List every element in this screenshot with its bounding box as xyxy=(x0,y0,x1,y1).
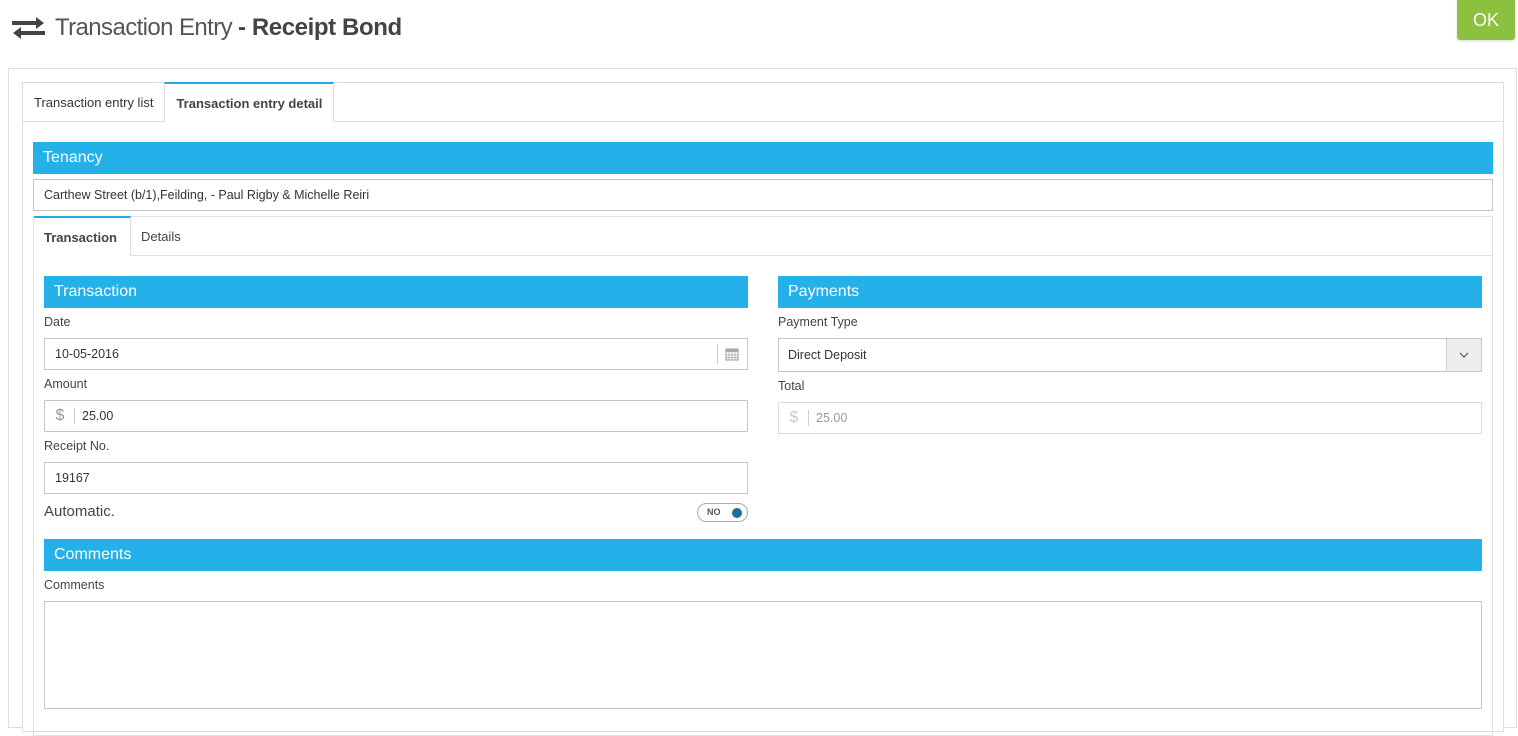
payment-type-label: Payment Type xyxy=(778,315,858,329)
dollar-icon: $ xyxy=(45,401,75,431)
transaction-section-header: Transaction xyxy=(44,276,748,308)
main-tabs: Transaction entry list Transaction entry… xyxy=(23,82,1503,122)
tenancy-section-header: Tenancy xyxy=(33,142,1493,174)
receipt-input[interactable] xyxy=(45,463,747,493)
exchange-icon xyxy=(12,16,45,40)
date-label: Date xyxy=(44,315,71,329)
toggle-knob xyxy=(732,508,742,518)
total-input xyxy=(809,403,1481,433)
chevron-down-icon[interactable] xyxy=(1446,339,1481,371)
date-input[interactable] xyxy=(45,339,747,369)
payment-type-select[interactable]: Direct Deposit xyxy=(778,338,1482,372)
comments-section-header: Comments xyxy=(44,539,1482,571)
automatic-toggle[interactable]: NO xyxy=(697,503,748,522)
tab-transaction-entry-detail[interactable]: Transaction entry detail xyxy=(164,82,335,122)
page-header: Transaction Entry - Receipt Bond xyxy=(12,8,402,48)
total-field: $ xyxy=(778,402,1482,434)
calendar-icon[interactable] xyxy=(717,339,747,369)
toggle-state-label: NO xyxy=(707,507,721,517)
receipt-label: Receipt No. xyxy=(44,439,110,453)
sub-panel: Transaction Details Transaction Date 10-… xyxy=(33,216,1493,736)
tenancy-input[interactable] xyxy=(34,180,1492,210)
comments-label: Comments xyxy=(44,578,105,592)
payment-type-value: Direct Deposit xyxy=(788,348,867,362)
amount-input[interactable] xyxy=(75,401,747,431)
amount-field[interactable]: $ xyxy=(44,400,748,432)
automatic-label: Automatic. xyxy=(44,503,115,520)
page-subtitle: - Receipt Bond xyxy=(237,14,402,41)
outer-panel: Transaction entry list Transaction entry… xyxy=(8,68,1517,736)
dollar-icon: $ xyxy=(779,403,809,433)
sub-tabs: Transaction Details xyxy=(34,216,1492,256)
tab-transaction[interactable]: Transaction xyxy=(34,216,131,256)
inner-panel: Transaction entry list Transaction entry… xyxy=(22,82,1504,736)
total-label: Total xyxy=(778,379,805,393)
receipt-field[interactable] xyxy=(44,462,748,494)
comments-textarea[interactable] xyxy=(44,601,1482,709)
amount-label: Amount xyxy=(44,377,88,391)
tab-transaction-entry-list[interactable]: Transaction entry list xyxy=(23,83,164,122)
date-field[interactable] xyxy=(44,338,748,370)
tab-details[interactable]: Details xyxy=(131,217,194,256)
tenancy-field[interactable] xyxy=(33,179,1493,211)
ok-button[interactable]: OK xyxy=(1457,0,1515,40)
page-title: Transaction Entry xyxy=(55,14,233,41)
payments-section-header: Payments xyxy=(778,276,1482,308)
